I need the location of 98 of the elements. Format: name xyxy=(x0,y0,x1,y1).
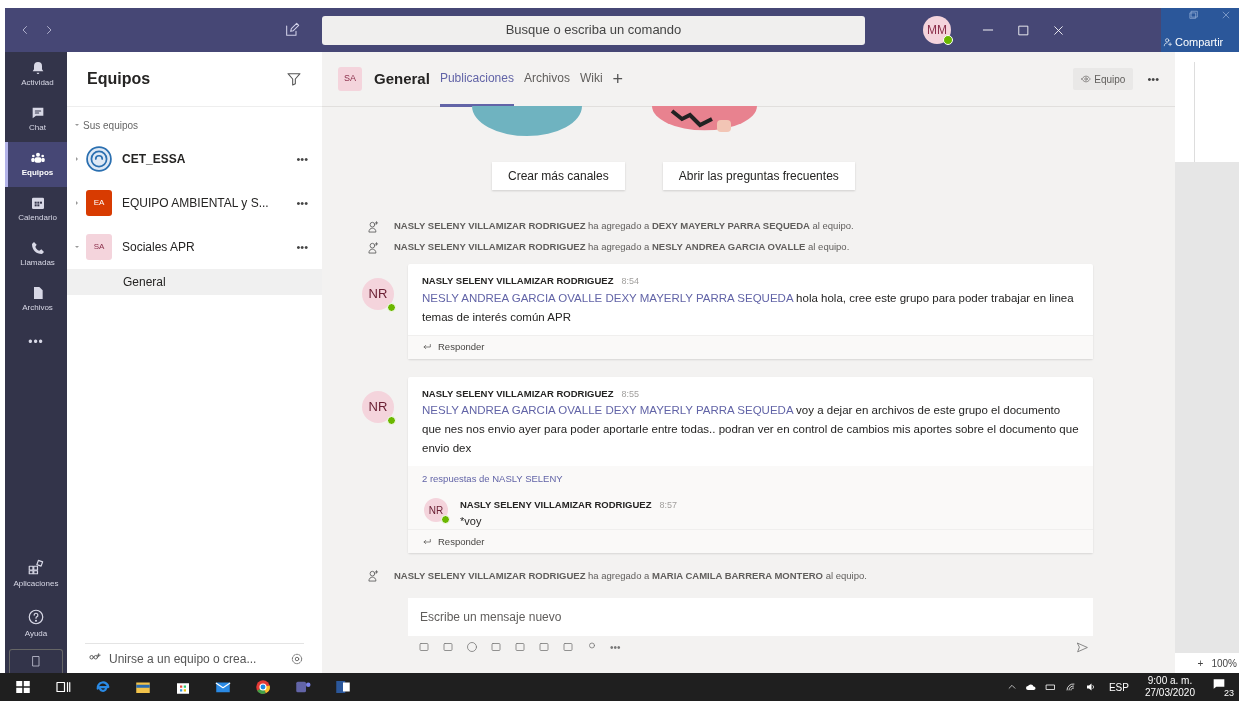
system-message: NASLY SELENY VILLAMIZAR RODRIGUEZ ha agregado a MARIA CAMILA BARRERA MONTERO al equipo. xyxy=(394,568,867,583)
document-app-icon[interactable] xyxy=(334,678,352,696)
user-avatar: NR xyxy=(362,390,394,423)
rail-tab[interactable]: Equipos xyxy=(5,142,67,187)
zoom-level: 100% xyxy=(1211,656,1237,671)
team-item[interactable]: EA EQUIPO AMBIENTAL y S... ••• xyxy=(67,181,322,225)
team-avatar: SA xyxy=(338,67,362,91)
welcome-button[interactable]: Abrir las preguntas frecuentes xyxy=(662,162,855,190)
caret-down-icon[interactable] xyxy=(74,244,80,250)
presence-status-icon xyxy=(943,35,953,45)
phone-icon xyxy=(29,240,46,256)
team-name: EQUIPO AMBIENTAL y S... xyxy=(122,195,270,212)
rail-tab[interactable]: Archivos xyxy=(5,277,67,322)
person-add-icon xyxy=(366,240,380,255)
windows-icon[interactable] xyxy=(14,678,32,696)
notifications-button[interactable]: 23 xyxy=(1211,676,1233,698)
chrome-icon[interactable] xyxy=(254,678,272,696)
language-indicator[interactable]: ESP xyxy=(1108,679,1129,695)
channel-tab[interactable]: Archivos xyxy=(523,52,570,107)
message-text: *voy xyxy=(460,513,483,529)
message-text: NESLY ANDREA GARCIA OVALLE DEXY MAYERLY PARRA SEQUEDA hola hola, cree este grupo para poder trabajar en linea temas de interés común APR xyxy=(422,290,1075,325)
more-options-button[interactable]: ••• xyxy=(296,238,308,256)
rail-tab[interactable]: Actividad xyxy=(5,52,67,97)
user-avatar: NR xyxy=(424,498,448,523)
message-time: 8:57 xyxy=(659,499,677,513)
person-add-icon xyxy=(366,568,380,583)
reply-button[interactable]: Responder xyxy=(422,339,485,355)
channel-title: General xyxy=(374,68,430,89)
reply-arrow-icon xyxy=(422,342,432,352)
person-add-icon xyxy=(366,219,380,234)
more-options-button[interactable]: ••• xyxy=(296,150,308,168)
wifi-icon[interactable] xyxy=(1064,681,1077,693)
presence-status-icon xyxy=(441,515,450,525)
calendar-icon xyxy=(29,195,46,211)
message-time: 8:55 xyxy=(621,387,639,401)
author-name: NASLY SELENY VILLAMIZAR RODRIGUEZ xyxy=(422,386,614,401)
add-tab-button[interactable]: + xyxy=(612,65,624,93)
team-item[interactable]: SA Sociales APR ••• xyxy=(67,225,322,269)
more-options-button[interactable]: ••• xyxy=(296,194,308,212)
more-apps-button[interactable]: ••• xyxy=(5,322,67,362)
mention-link[interactable]: NESLY ANDREA GARCIA OVALLE DEXY MAYERLY PARRA SEQUEDA xyxy=(422,291,793,304)
speaker-icon[interactable] xyxy=(1084,681,1097,693)
system-message: NASLY SELENY VILLAMIZAR RODRIGUEZ ha agregado a NESLY ANDREA GARCIA OVALLE al equipo. xyxy=(394,240,850,255)
presence-status-icon xyxy=(387,415,396,425)
rail-tab[interactable]: Chat xyxy=(5,97,67,142)
section-label: Sus equipos xyxy=(83,118,139,133)
author-name: NASLY SELENY VILLAMIZAR RODRIGUEZ xyxy=(422,274,614,288)
phone-device-icon xyxy=(30,654,42,668)
rail-tab[interactable]: Ayuda xyxy=(5,599,67,649)
caret-right-icon[interactable] xyxy=(74,156,80,162)
clock[interactable]: 9:00 a. m. 27/03/2020 xyxy=(1144,675,1195,699)
compose-icon[interactable] xyxy=(284,22,300,38)
search-field[interactable]: Busque o escriba un comando xyxy=(322,15,865,45)
mention-link[interactable]: NESLY ANDREA GARCIA OVALLE DEXY MAYERLY PARRA SEQUEDA xyxy=(422,404,793,416)
welcome-button[interactable]: Crear más canales xyxy=(492,162,625,190)
battery-icon[interactable] xyxy=(1044,681,1057,693)
user-avatar[interactable]: MM xyxy=(923,16,951,44)
help-icon xyxy=(27,608,45,626)
team-avatar: SA xyxy=(86,234,112,260)
caret-down-icon xyxy=(74,122,80,128)
presence-status-icon xyxy=(387,303,396,312)
channel-item[interactable]: General xyxy=(67,269,322,295)
send-icon[interactable] xyxy=(1076,640,1089,654)
user-avatar: NR xyxy=(362,278,394,310)
author-name: NASLY SELENY VILLAMIZAR RODRIGUEZ xyxy=(460,498,652,513)
team-button[interactable]: Equipo xyxy=(1073,68,1134,90)
person-add-icon xyxy=(1163,36,1173,47)
panel-title: Equipos xyxy=(87,69,151,89)
rail-tab[interactable]: Aplicaciones xyxy=(5,549,67,599)
message-time: 8:54 xyxy=(621,275,639,288)
channel-tab[interactable]: Wiki xyxy=(579,52,603,107)
restore-icon[interactable] xyxy=(1189,9,1199,20)
rail-tab[interactable]: Calendario xyxy=(5,187,67,232)
team-avatar: EA xyxy=(86,190,112,216)
apps-icon xyxy=(27,558,45,576)
filter-icon[interactable] xyxy=(286,71,302,87)
reply-button[interactable]: Responder xyxy=(422,534,485,549)
eye-icon xyxy=(1081,74,1092,84)
replies-link[interactable]: 2 respuestas de NASLY SELENY xyxy=(422,472,1079,487)
settings-icon[interactable] xyxy=(290,651,304,666)
zoom-in-button[interactable]: + xyxy=(1197,655,1204,671)
caret-right-icon[interactable] xyxy=(74,200,80,206)
message-input[interactable]: Escribe un mensaje nuevo xyxy=(408,598,1093,637)
team-name: CET_ESSA xyxy=(122,151,187,168)
more-options-button[interactable]: ••• xyxy=(1147,70,1159,88)
join-team-button[interactable]: Unirse a un equipo o crea... xyxy=(87,649,257,668)
people-icon xyxy=(29,150,46,166)
chevron-up-icon[interactable] xyxy=(1006,682,1017,692)
reply-arrow-icon xyxy=(422,536,432,547)
cloud-icon[interactable] xyxy=(1024,681,1037,693)
message-text: NESLY ANDREA GARCIA OVALLE DEXY MAYERLY PARRA SEQUEDA voy a dejar en archivos de este grupo el documento que nes nos envio ayer para poder aportarle entre todas.. podran ver en control de cambios mis aportes sobre el documento que envio dex xyxy=(422,403,1079,456)
team-name: Sociales APR xyxy=(122,239,196,256)
rail-tab[interactable]: Llamadas xyxy=(5,232,67,277)
more-options-button[interactable]: ••• xyxy=(610,639,621,655)
system-message: NASLY SELENY VILLAMIZAR RODRIGUEZ ha agregado a DEXY MAYERLY PARRA SEQUEDA al equipo. xyxy=(394,219,854,234)
maximize-icon[interactable] xyxy=(1017,23,1030,37)
close-icon[interactable] xyxy=(1052,23,1065,37)
team-item[interactable]: CET_ESSA ••• xyxy=(67,137,322,181)
